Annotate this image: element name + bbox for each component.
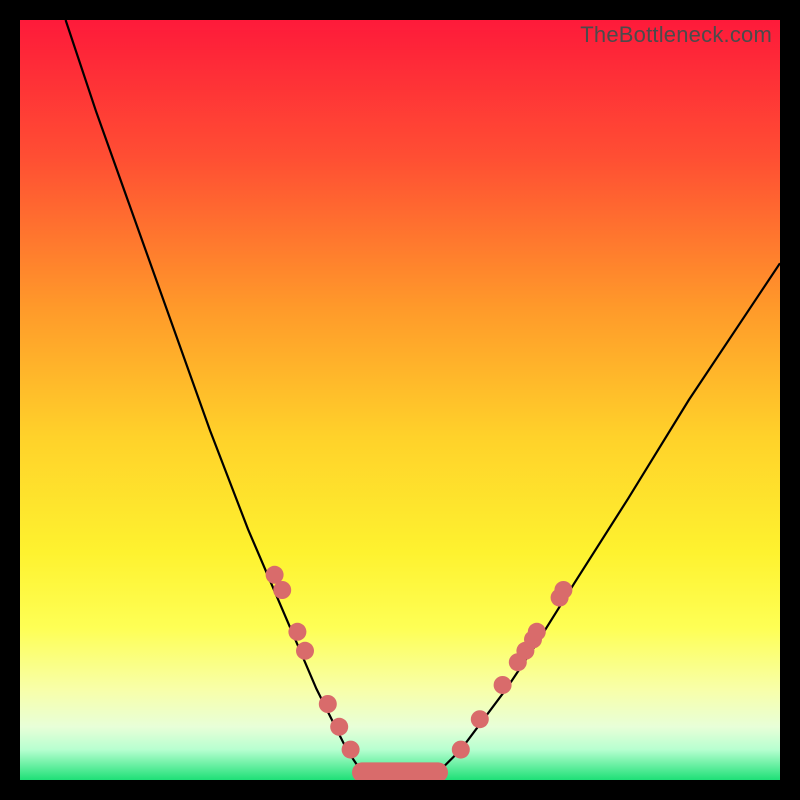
data-marker xyxy=(319,695,337,713)
data-marker xyxy=(494,676,512,694)
bottom-pill-marker xyxy=(352,762,448,780)
data-marker xyxy=(528,623,546,641)
chart-curves xyxy=(20,20,780,780)
data-marker xyxy=(452,741,470,759)
series-right-curve xyxy=(438,263,780,772)
data-marker xyxy=(330,718,348,736)
data-marker xyxy=(288,623,306,641)
data-marker xyxy=(554,581,572,599)
series-left-curve xyxy=(66,20,362,772)
chart-frame: TheBottleneck.com xyxy=(20,20,780,780)
data-marker xyxy=(273,581,291,599)
data-marker xyxy=(296,642,314,660)
data-marker xyxy=(342,741,360,759)
data-marker xyxy=(471,710,489,728)
